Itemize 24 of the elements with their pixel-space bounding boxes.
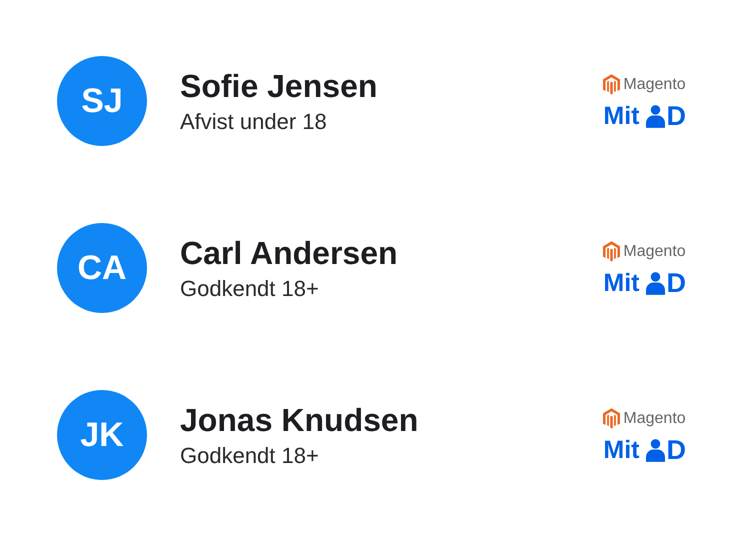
avatar: JK [57, 390, 147, 480]
user-status: Godkendt 18+ [180, 276, 320, 302]
person-icon [646, 439, 664, 462]
mitid-logo-text: Mit [603, 439, 640, 462]
magento-logo-icon [603, 74, 620, 95]
person-icon [646, 272, 664, 295]
mitid-logo-letter: D [666, 105, 686, 128]
magento-logo-icon [603, 241, 620, 262]
user-status: Afvist under 18 [180, 108, 328, 134]
magento-logo-text: Magento [623, 410, 686, 428]
user-name: Jonas Knudsen [180, 402, 420, 438]
magento-logo-text: Magento [623, 76, 686, 94]
person-icon [646, 105, 664, 128]
mitid-logo-text: Mit [603, 272, 640, 295]
user-name: Carl Andersen [180, 234, 399, 272]
avatar: CA [57, 223, 147, 313]
user-status: Godkendt 18+ [180, 442, 320, 468]
mitid-logo-text: Mit [603, 105, 640, 128]
avatar: SJ [57, 56, 147, 146]
magento-logo-icon [603, 408, 620, 429]
mitid-logo-letter: D [666, 439, 686, 462]
mitid-logo-letter: D [666, 272, 686, 295]
user-name: Sofie Jensen [180, 68, 378, 104]
magento-logo-text: Magento [623, 242, 686, 260]
